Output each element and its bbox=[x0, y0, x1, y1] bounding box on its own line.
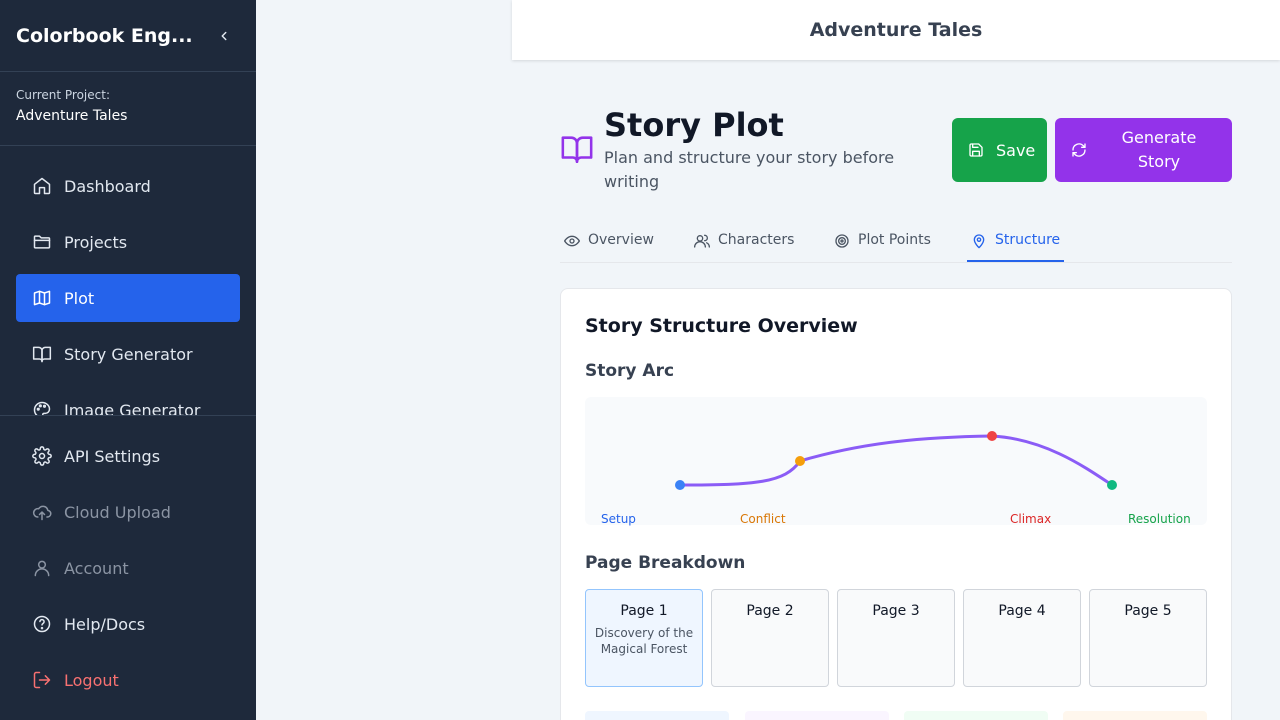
arc-label-resolution: Resolution bbox=[1128, 512, 1191, 526]
arc-label-climax: Climax bbox=[1010, 512, 1052, 526]
book-icon bbox=[32, 344, 52, 364]
page-card-1[interactable]: Page 1 Discovery of the Magical Forest bbox=[585, 589, 703, 687]
save-button-label: Save bbox=[996, 140, 1036, 160]
structure-card: Story Structure Overview Story Arc Setup… bbox=[560, 288, 1232, 720]
phase-card-climax bbox=[904, 711, 1048, 720]
arc-label-setup: Setup bbox=[601, 512, 636, 526]
arc-point-conflict bbox=[795, 456, 805, 466]
sidebar-item-label: Plot bbox=[64, 288, 95, 308]
header-title: Adventure Tales bbox=[809, 19, 983, 41]
sidebar-item-account[interactable]: Account bbox=[16, 544, 240, 592]
collapse-sidebar-button[interactable] bbox=[216, 28, 232, 44]
map-pin-icon bbox=[973, 234, 985, 249]
page-subtitle: Plan and structure your story before wri… bbox=[604, 148, 895, 191]
sidebar-item-help-docs[interactable]: Help/Docs bbox=[16, 600, 240, 648]
map-icon bbox=[32, 288, 52, 308]
phase-card-resolution bbox=[1063, 711, 1207, 720]
page-breakdown-title: Page Breakdown bbox=[585, 553, 746, 573]
page-card-5[interactable]: Page 5 bbox=[1089, 589, 1207, 687]
sidebar-header: Colorbook Eng... bbox=[0, 0, 256, 72]
cloud-upload-icon bbox=[32, 502, 52, 522]
tab-label: Characters bbox=[718, 232, 795, 248]
current-project-label: Current Project: bbox=[16, 88, 110, 102]
sidebar-item-label: Cloud Upload bbox=[64, 502, 171, 522]
sidebar-bottom-nav: API Settings Cloud Upload Account Help/D… bbox=[0, 415, 256, 712]
arc-point-climax bbox=[987, 431, 997, 441]
sidebar-item-dashboard[interactable]: Dashboard bbox=[16, 162, 240, 210]
sidebar-item-label: Account bbox=[64, 558, 129, 578]
home-icon bbox=[32, 176, 52, 196]
page-header: Story Plot Plan and structure your story… bbox=[560, 100, 1232, 210]
tab-label: Plot Points bbox=[858, 232, 931, 248]
sidebar-item-label: Projects bbox=[64, 232, 128, 252]
eye-icon bbox=[564, 235, 580, 247]
chevron-left-icon bbox=[221, 31, 227, 40]
sidebar-item-plot[interactable]: Plot bbox=[16, 274, 240, 322]
sidebar-item-label: Story Generator bbox=[64, 344, 193, 364]
current-project: Current Project: Adventure Tales bbox=[0, 72, 256, 146]
refresh-icon bbox=[1072, 143, 1086, 157]
sidebar-item-cloud-upload[interactable]: Cloud Upload bbox=[16, 488, 240, 536]
tab-structure[interactable]: Structure bbox=[967, 232, 1065, 262]
main-content: Story Plot Plan and structure your story… bbox=[560, 100, 1232, 720]
page-title: Story Plot bbox=[604, 106, 784, 144]
page-card-label: Page 5 bbox=[1124, 603, 1172, 619]
sidebar-item-label: Dashboard bbox=[64, 176, 151, 196]
sidebar-item-logout[interactable]: Logout bbox=[16, 656, 240, 704]
sidebar: Colorbook Eng... Current Project: Advent… bbox=[0, 0, 256, 720]
page-card-label: Page 3 bbox=[872, 603, 920, 619]
sidebar-item-projects[interactable]: Projects bbox=[16, 218, 240, 266]
phase-card-conflict bbox=[745, 711, 889, 720]
page-heading: Story Plot Plan and structure your story… bbox=[604, 100, 934, 194]
page-card-label: Page 2 bbox=[746, 603, 794, 619]
page-card-label: Page 1 bbox=[620, 603, 668, 619]
generate-story-button[interactable]: Generate Story bbox=[1055, 118, 1232, 182]
top-header: Adventure Tales bbox=[512, 0, 1280, 60]
page-breakdown-list: Page 1 Discovery of the Magical Forest P… bbox=[585, 589, 1207, 687]
page-card-3[interactable]: Page 3 bbox=[837, 589, 955, 687]
folder-icon bbox=[32, 232, 52, 252]
page-card-description: Discovery of the Magical Forest bbox=[594, 626, 694, 656]
sidebar-item-api-settings[interactable]: API Settings bbox=[16, 432, 240, 480]
tab-characters[interactable]: Characters bbox=[694, 232, 794, 262]
structure-title: Story Structure Overview bbox=[585, 315, 858, 337]
arc-label-conflict: Conflict bbox=[740, 512, 786, 526]
sidebar-item-image-generator[interactable]: Image Generator bbox=[16, 386, 240, 416]
phase-card-setup bbox=[585, 711, 729, 720]
sidebar-item-label: Image Generator bbox=[64, 400, 201, 417]
help-icon bbox=[32, 614, 52, 634]
page-card-label: Page 4 bbox=[998, 603, 1046, 619]
book-open-icon bbox=[561, 136, 593, 164]
logout-icon bbox=[32, 670, 52, 690]
current-project-name: Adventure Tales bbox=[16, 108, 128, 124]
tab-label: Structure bbox=[995, 232, 1061, 248]
story-arc-svg bbox=[675, 431, 1117, 490]
save-button[interactable]: Save bbox=[952, 118, 1047, 182]
arc-point-resolution bbox=[1107, 480, 1117, 490]
sidebar-item-label: API Settings bbox=[64, 446, 161, 466]
page-card-4[interactable]: Page 4 bbox=[963, 589, 1081, 687]
user-icon bbox=[32, 558, 52, 578]
gear-icon bbox=[32, 446, 52, 466]
target-icon bbox=[835, 234, 849, 248]
sidebar-item-label: Logout bbox=[64, 670, 119, 690]
palette-icon bbox=[32, 400, 52, 416]
tab-label: Overview bbox=[588, 232, 654, 248]
page-card-2[interactable]: Page 2 bbox=[711, 589, 829, 687]
story-arc-line bbox=[679, 434, 1113, 487]
story-arc-title: Story Arc bbox=[585, 361, 675, 381]
sidebar-main-nav: Dashboard Projects Plot Story Generator … bbox=[0, 146, 256, 416]
tab-plot-points[interactable]: Plot Points bbox=[834, 232, 931, 262]
sidebar-item-story-generator[interactable]: Story Generator bbox=[16, 330, 240, 378]
users-icon bbox=[694, 234, 710, 248]
generate-story-label: Generate Story bbox=[1121, 128, 1197, 171]
save-icon bbox=[969, 143, 983, 157]
app-name: Colorbook Eng... bbox=[16, 24, 193, 47]
story-arc-chart: Setup Conflict Climax Resolution bbox=[585, 397, 1207, 526]
plot-tabs: Overview Characters Plot Points Structur… bbox=[560, 222, 1232, 263]
tab-overview[interactable]: Overview bbox=[564, 232, 654, 262]
arc-point-setup bbox=[675, 480, 685, 490]
sidebar-item-label: Help/Docs bbox=[64, 614, 146, 634]
